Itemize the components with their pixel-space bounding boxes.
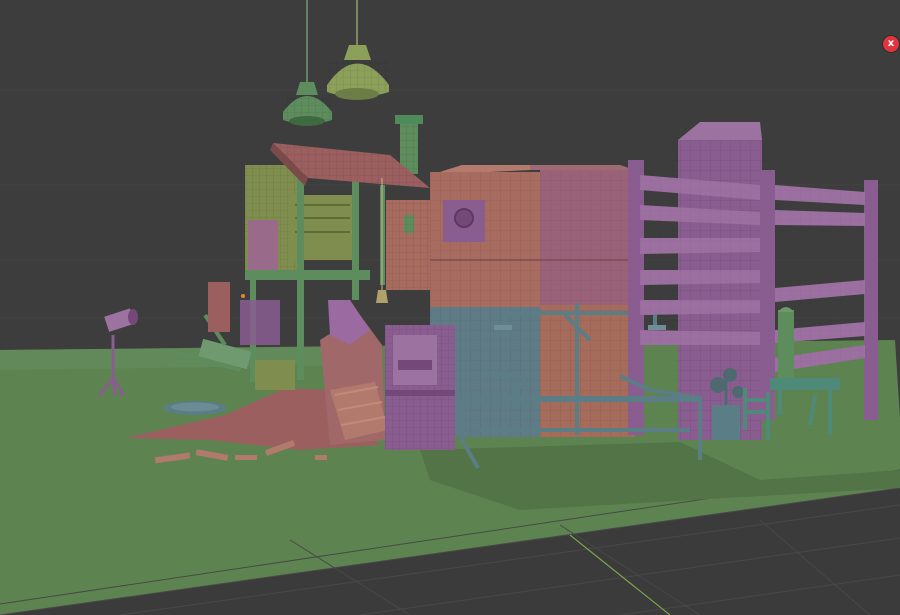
manhole-cover (163, 401, 227, 415)
close-icon: x (887, 38, 895, 49)
scene-canvas[interactable] (0, 0, 900, 615)
cabinet (385, 325, 455, 450)
close-button[interactable]: x (883, 36, 899, 52)
3d-viewport[interactable] (0, 0, 900, 615)
side-box (386, 200, 430, 290)
origin-marker (241, 294, 245, 298)
hanging-lamp-left (283, 0, 332, 126)
green-pipe (778, 307, 794, 380)
hanging-lamp-right (327, 0, 389, 100)
